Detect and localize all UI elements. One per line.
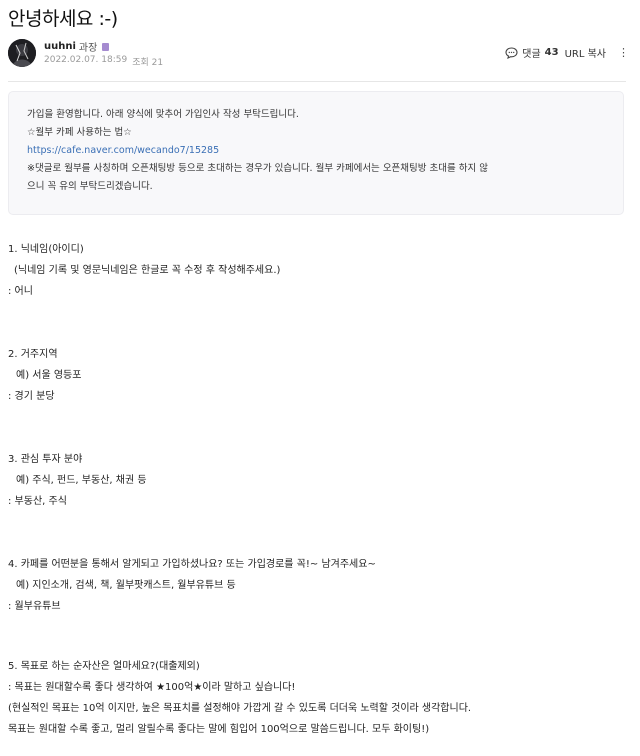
- question-block-4: 4. 카페를 어떤분을 통해서 알게되고 가입하셨나요? 또는 가입경로를 꼭!…: [8, 554, 376, 617]
- comment-label: 댓글: [522, 49, 541, 60]
- author-nickname[interactable]: uuhni: [44, 41, 76, 52]
- notice-guide-link[interactable]: https://cafe.naver.com/wecando7/15285: [27, 142, 607, 160]
- answer-text: : 부동산, 주식: [8, 496, 67, 507]
- answer-text: 목표는 원대할 수록 좋고, 멀리 알릴수록 좋다는 말에 힘입어 100억으로…: [8, 724, 430, 735]
- question-hint: (닉네임 기록 및 영문닉네임은 한글로 꼭 수정 후 작성해주세요.): [14, 265, 281, 276]
- author-info: uuhni 과장: [44, 39, 110, 54]
- member-grade-icon: [102, 42, 110, 51]
- post-title: 안녕하세요 :-): [8, 8, 118, 30]
- question-heading: 5. 목표로 하는 순자산은 얼마세요?(대출제외): [8, 661, 200, 672]
- notice-line: 가입을 환영합니다. 아래 양식에 맞추어 가입인사 작성 부탁드립니다.: [27, 109, 299, 120]
- question-block-3: 3. 관심 투자 분야 예) 주식, 펀드, 부동산, 채권 등 : 부동산, …: [8, 449, 147, 512]
- avatar[interactable]: [8, 39, 36, 67]
- question-block-5: 5. 목표로 하는 순자산은 얼마세요?(대출제외) : 목표는 원대할수록 좋…: [8, 656, 471, 740]
- author-rank: 과장: [78, 43, 98, 54]
- comment-button[interactable]: 댓글 43: [505, 45, 559, 60]
- more-options-icon[interactable]: ⋮: [612, 46, 629, 59]
- question-heading: 4. 카페를 어떤분을 통해서 알게되고 가입하셨나요? 또는 가입경로를 꼭!…: [8, 559, 376, 570]
- answer-text: : 경기 분당: [8, 391, 55, 402]
- header-divider: [8, 81, 626, 82]
- question-hint: 예) 지인소개, 검색, 책, 월부팟캐스트, 월부유튜브 등: [16, 580, 236, 591]
- answer-text: : 목표는 원대할수록 좋다 생각하여 ★100억★이라 말하고 싶습니다!: [8, 682, 296, 693]
- url-copy-button[interactable]: URL 복사: [565, 45, 606, 60]
- notice-line: 으니 꼭 유의 부탁드리겠습니다.: [27, 181, 153, 192]
- comment-icon: [505, 46, 518, 59]
- question-block-2: 2. 거주지역 예) 서울 영등포 : 경기 분당: [8, 344, 81, 407]
- welcome-notice-box: 가입을 환영합니다. 아래 양식에 맞추어 가입인사 작성 부탁드립니다. ☆월…: [8, 91, 624, 215]
- question-heading: 3. 관심 투자 분야: [8, 454, 83, 465]
- answer-text: : 어니: [8, 286, 33, 297]
- answer-text: (현실적인 목표는 10억 이지만, 높은 목표치를 설정해야 가깝게 갈 수 …: [8, 703, 472, 714]
- answer-text: : 월부유튜브: [8, 601, 61, 612]
- question-heading: 1. 닉네임(아이디): [8, 244, 84, 255]
- question-hint: 예) 주식, 펀드, 부동산, 채권 등: [16, 475, 147, 486]
- comment-count: 43: [544, 47, 559, 58]
- question-block-1: 1. 닉네임(아이디) (닉네임 기록 및 영문닉네임은 한글로 꼭 수정 후 …: [8, 239, 280, 302]
- question-hint: 예) 서울 영등포: [16, 370, 82, 381]
- post-date: 2022.02.07. 18:59: [44, 55, 128, 65]
- notice-line: ☆월부 카페 사용하는 법☆: [27, 127, 132, 138]
- notice-line: ※댓글로 월부를 사칭하며 오픈채팅방 등으로 초대하는 경우가 있습니다. 월…: [27, 163, 489, 174]
- post-meta: 2022.02.07. 18:59 조회 21: [44, 55, 163, 68]
- question-heading: 2. 거주지역: [8, 349, 58, 360]
- post-views: 조회 21: [132, 58, 164, 68]
- article-tools: 댓글 43 URL 복사 ⋮: [505, 45, 629, 60]
